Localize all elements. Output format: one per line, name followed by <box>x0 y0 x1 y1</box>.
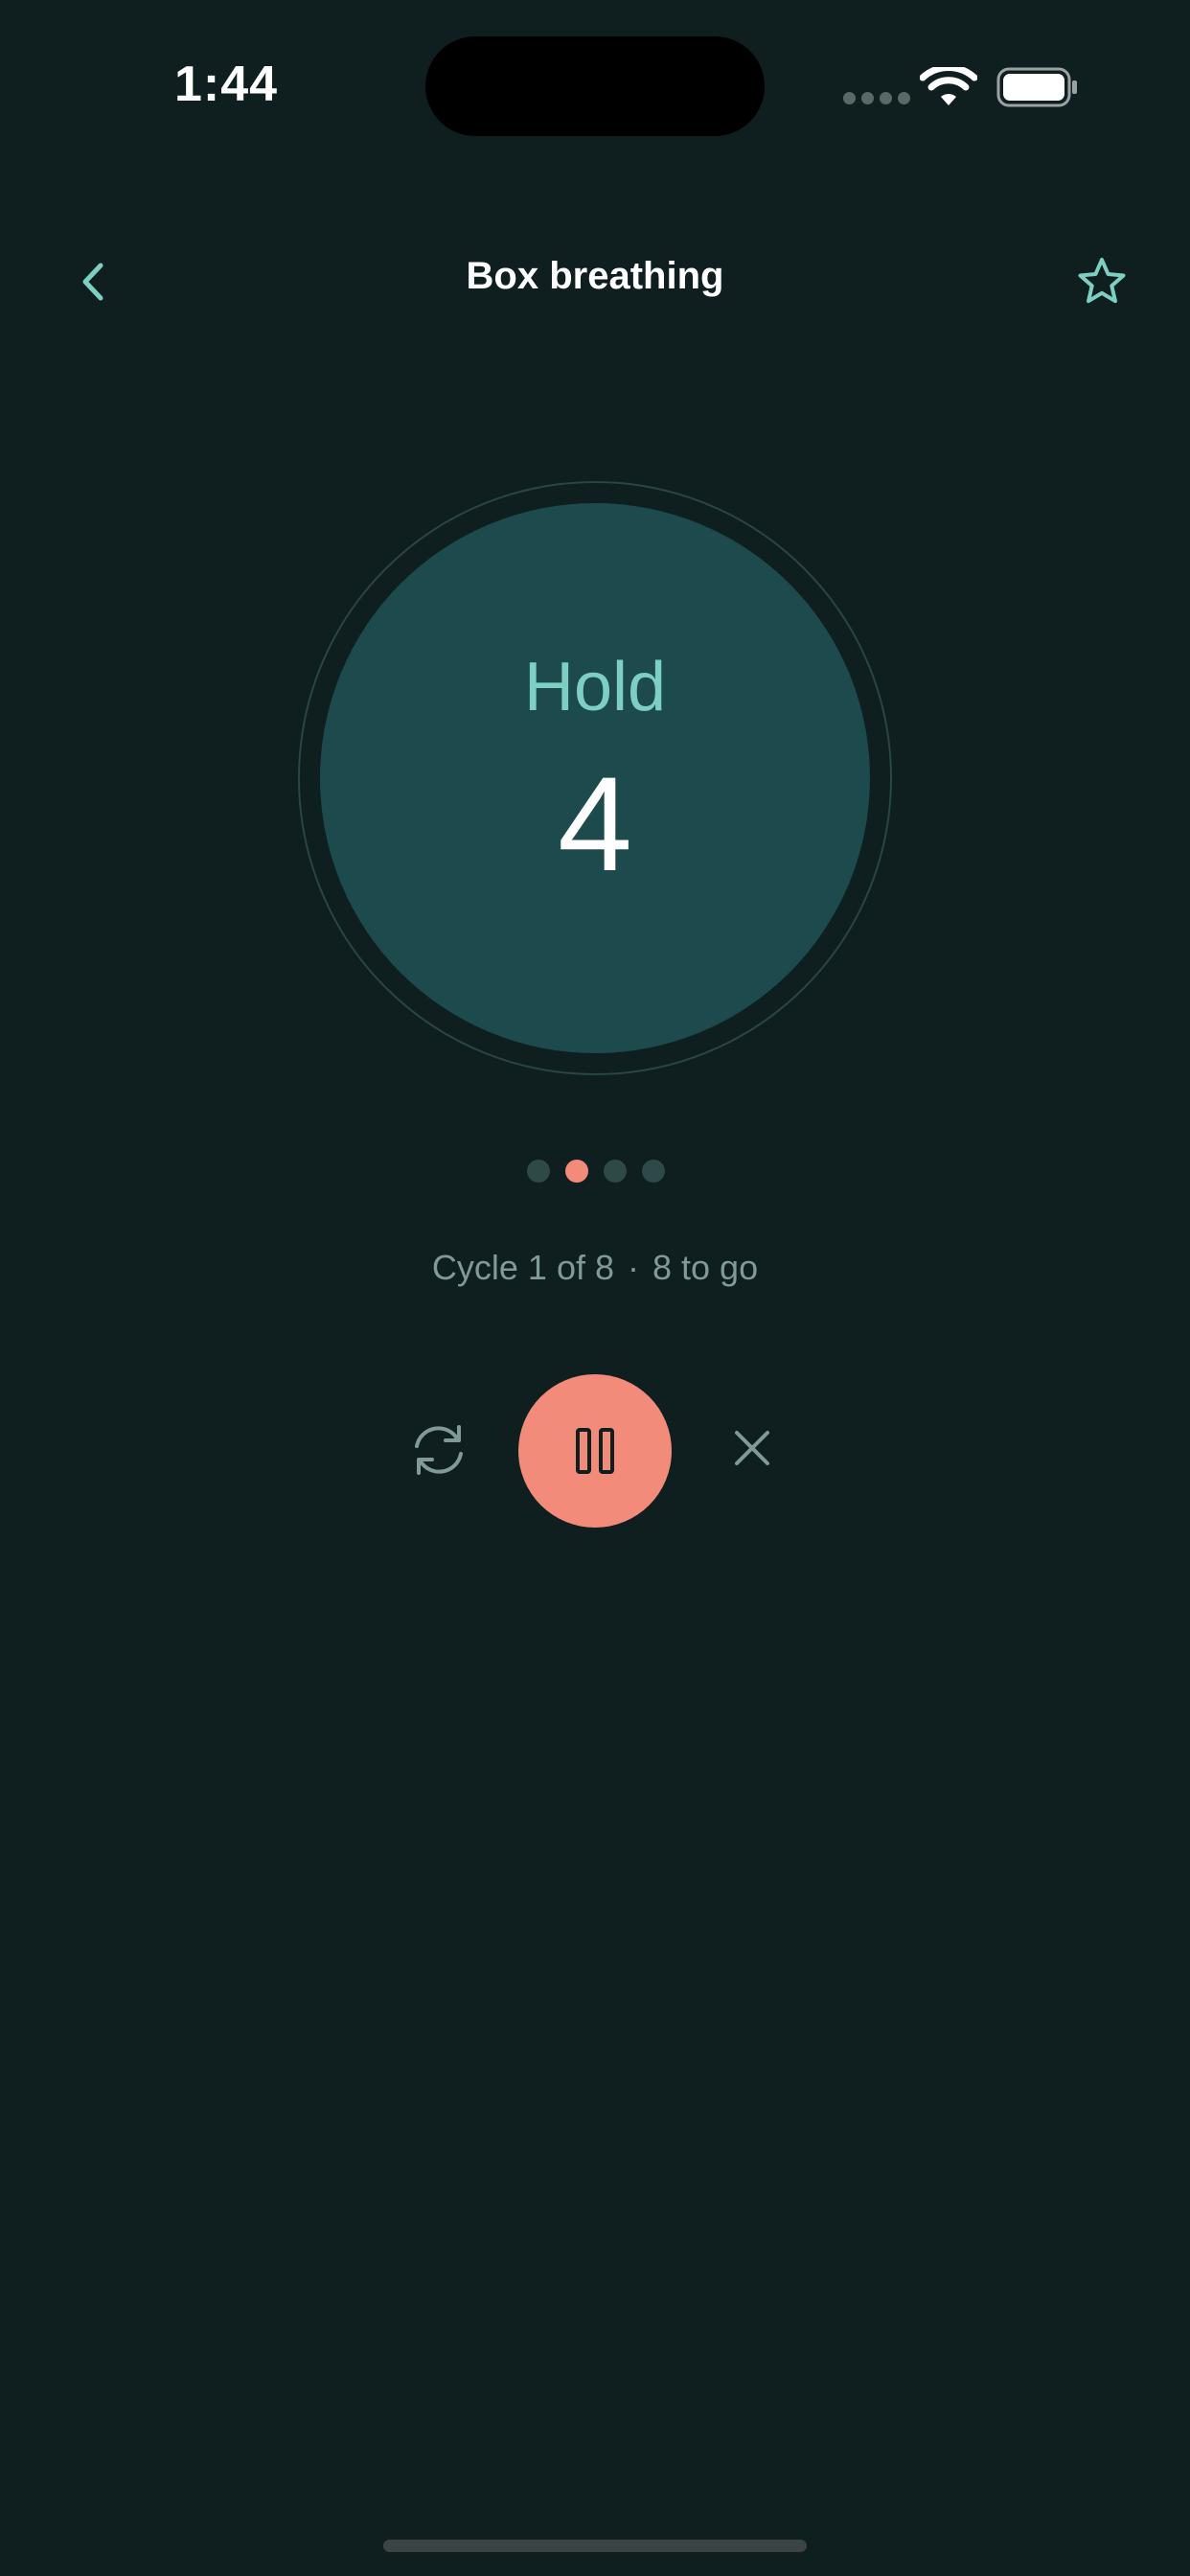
status-time: 1:44 <box>174 57 279 112</box>
phase-dot <box>527 1160 550 1183</box>
pause-icon <box>576 1428 614 1474</box>
separator: · <box>628 1248 639 1287</box>
restart-button[interactable] <box>404 1418 473 1482</box>
phase-dot <box>565 1160 588 1183</box>
home-indicator[interactable] <box>383 2540 807 2552</box>
cycle-label: Cycle 1 of 8 <box>431 1248 614 1287</box>
phase-dot <box>642 1160 665 1183</box>
back-button[interactable] <box>65 253 123 310</box>
refresh-icon <box>415 1425 463 1475</box>
close-icon <box>735 1431 769 1465</box>
chevron-left-icon <box>82 263 103 301</box>
breathing-screen: 1:44 Box breathing Hold 4 Cycle 1 of 8 · 8… <box>0 0 1190 2576</box>
cellular-signal-icon <box>843 92 910 104</box>
star-icon <box>1078 258 1126 304</box>
dynamic-island <box>425 36 765 136</box>
pause-button[interactable] <box>518 1374 672 1528</box>
phase-indicator <box>527 1160 665 1183</box>
phase-countdown: 4 <box>558 748 632 899</box>
remaining-label: 8 to go <box>652 1248 759 1287</box>
close-button[interactable] <box>726 1422 778 1474</box>
page-title: Box breathing <box>466 255 724 297</box>
favorite-button[interactable] <box>1071 251 1133 312</box>
phase-label: Hold <box>523 649 667 725</box>
wifi-icon <box>920 67 977 105</box>
phase-dot <box>604 1160 627 1183</box>
battery-icon <box>996 67 1077 107</box>
cycle-progress-text: Cycle 1 of 8 · 8 to go <box>308 1248 882 1288</box>
